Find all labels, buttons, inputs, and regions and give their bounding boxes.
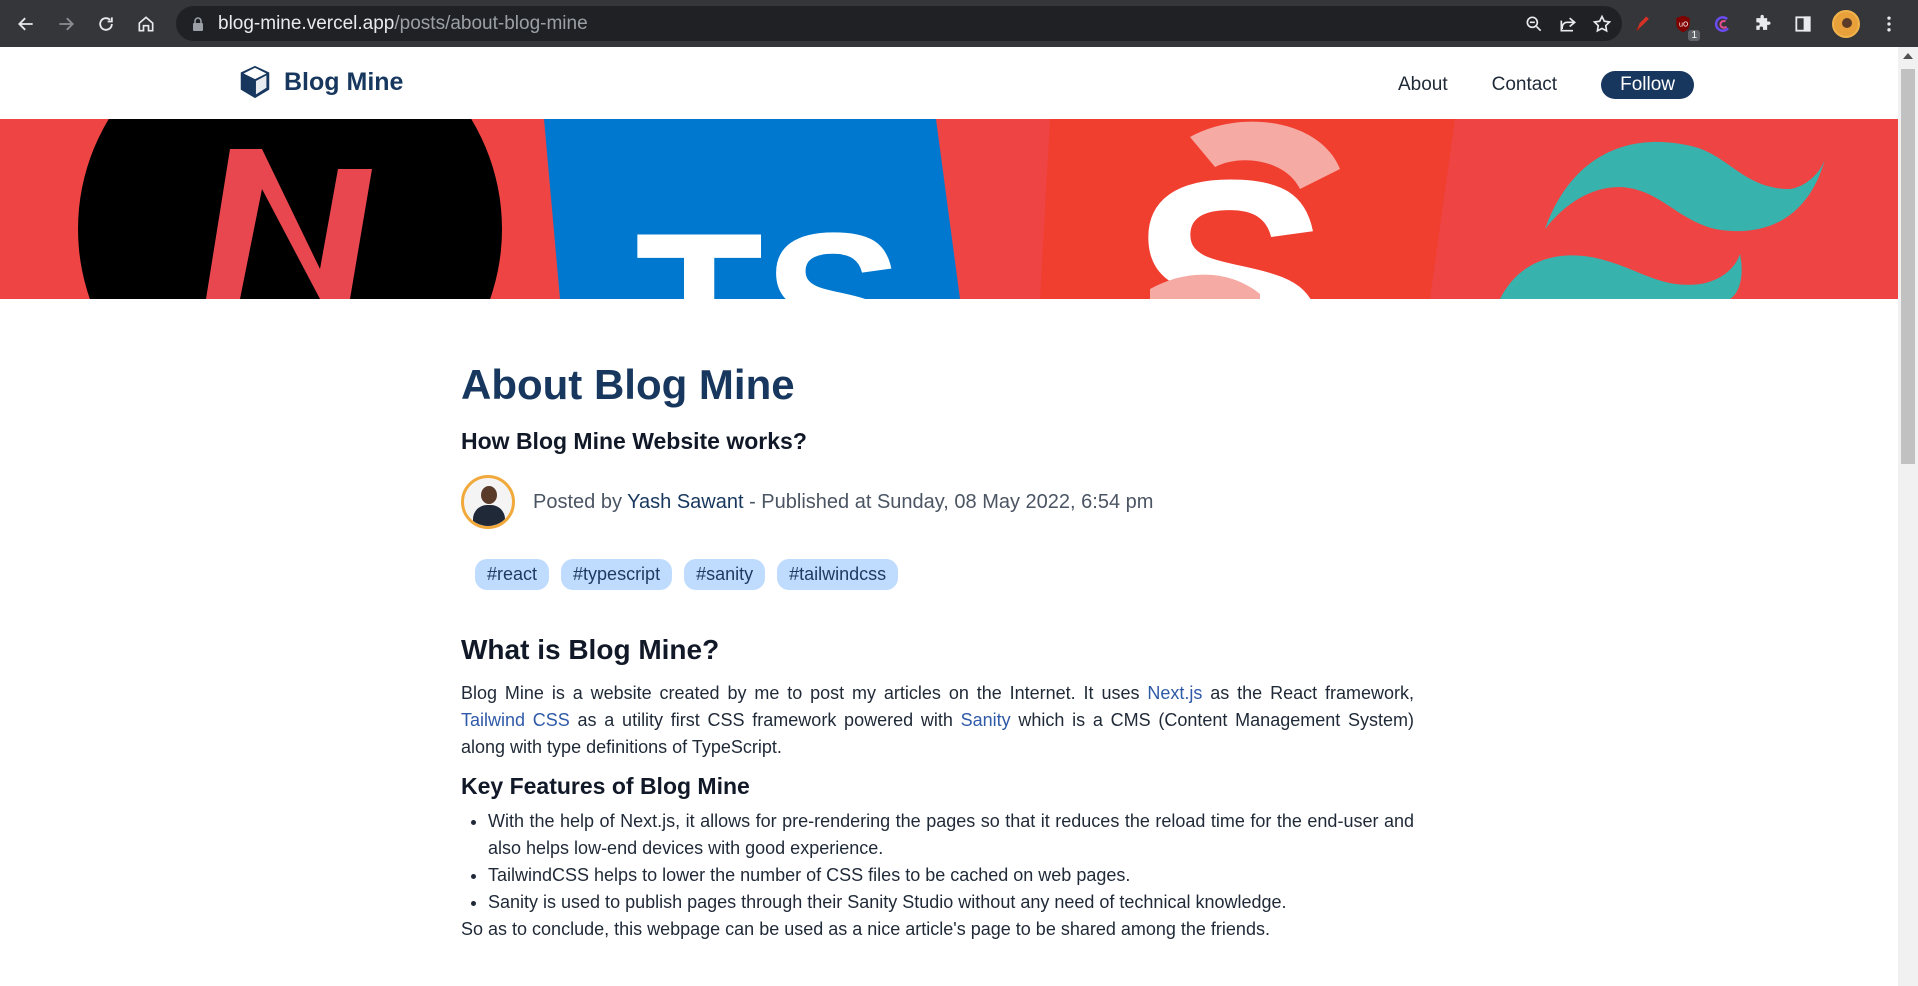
sanity-logo: S [1040, 119, 1455, 299]
cube-logo-icon [240, 65, 270, 99]
url-path: /posts/about-blog-mine [394, 12, 588, 34]
post-cover-image: TS S [0, 119, 1898, 299]
ublock-extension-icon[interactable]: uO 1 [1672, 13, 1700, 41]
feature-item: Sanity is used to publish pages through … [488, 889, 1414, 916]
browser-toolbar: blog-mine.vercel.app/posts/about-blog-mi… [0, 0, 1918, 47]
brand-logo-link[interactable]: Blog Mine [236, 63, 403, 101]
tag-react[interactable]: #react [475, 559, 550, 591]
share-icon[interactable] [1558, 14, 1578, 34]
lock-icon[interactable] [190, 16, 206, 32]
site-header: Blog Mine About Contact Follow [0, 47, 1898, 119]
typescript-logo: TS [544, 119, 960, 299]
tag-typescript[interactable]: #typescript [561, 559, 673, 591]
color-extension-icon[interactable] [1712, 13, 1734, 35]
tailwind-css-link[interactable]: Tailwind CSS [461, 710, 570, 730]
nav-contact-link[interactable]: Contact [1492, 74, 1557, 96]
scroll-up-arrow-icon[interactable] [1903, 53, 1913, 59]
zoom-icon[interactable] [1524, 14, 1544, 34]
main-nav: About Contact Follow [1398, 71, 1694, 99]
extension-badge-count: 1 [1688, 29, 1700, 41]
home-icon[interactable] [126, 4, 166, 44]
intro-text-2: as the React framework, [1202, 683, 1414, 704]
follow-button[interactable]: Follow [1601, 71, 1694, 99]
post-meta-text: Posted by Yash Sawant - Published at Sun… [533, 491, 1153, 514]
bookmark-star-icon[interactable] [1592, 14, 1612, 34]
back-arrow-icon[interactable] [6, 4, 46, 44]
post-subtitle: How Blog Mine Website works? [461, 428, 807, 455]
scrollbar-thumb[interactable] [1901, 69, 1915, 464]
url-host: blog-mine.vercel.app [218, 12, 395, 34]
nextjs-logo [78, 119, 502, 299]
sanity-link[interactable]: Sanity [961, 710, 1011, 730]
feature-item: With the help of Next.js, it allows for … [488, 808, 1414, 862]
brand-name: Blog Mine [284, 67, 404, 96]
section-heading-what-is: What is Blog Mine? [461, 634, 720, 666]
post-meta: Posted by Yash Sawant - Published at Sun… [461, 475, 1414, 530]
profile-avatar[interactable] [1832, 9, 1860, 38]
author-avatar[interactable] [461, 475, 515, 530]
extensions-puzzle-icon[interactable] [1752, 13, 1774, 35]
intro-text-1: Blog Mine is a website created by me to … [461, 683, 1148, 704]
author-name-link[interactable]: Yash Sawant [627, 491, 743, 513]
intro-paragraph: Blog Mine is a website created by me to … [461, 680, 1414, 761]
section-heading-key-features: Key Features of Blog Mine [461, 773, 750, 800]
tag-list: #react #typescript #sanity #tailwindcss [475, 559, 1414, 591]
url-text[interactable]: blog-mine.vercel.app/posts/about-blog-mi… [218, 13, 588, 35]
posted-by-label: Posted by [533, 490, 622, 513]
forward-arrow-icon[interactable] [46, 4, 86, 44]
menu-kebab-icon[interactable] [1878, 13, 1900, 35]
tag-tailwindcss[interactable]: #tailwindcss [777, 559, 899, 591]
conclusion-paragraph: So as to conclude, this webpage can be u… [461, 919, 1270, 940]
post-title: About Blog Mine [461, 361, 795, 408]
side-panel-icon[interactable] [1792, 13, 1814, 35]
pen-extension-icon[interactable] [1632, 13, 1654, 35]
reload-icon[interactable] [86, 4, 126, 44]
features-list: With the help of Next.js, it allows for … [461, 808, 1414, 916]
nav-about-link[interactable]: About [1398, 74, 1448, 96]
typescript-letters: TS [635, 189, 903, 299]
nextjs-link[interactable]: Next.js [1147, 683, 1202, 703]
tag-sanity[interactable]: #sanity [684, 559, 766, 591]
published-date: - Published at Sunday, 08 May 2022, 6:54… [749, 490, 1154, 513]
article: About Blog Mine How Blog Mine Website wo… [461, 360, 1414, 943]
intro-text-3: as a utility first CSS framework powered… [569, 710, 961, 731]
page-scrollbar[interactable] [1898, 47, 1918, 986]
svg-text:uO: uO [1679, 20, 1688, 28]
feature-item: TailwindCSS helps to lower the number of… [488, 862, 1414, 889]
address-bar[interactable]: blog-mine.vercel.app/posts/about-blog-mi… [176, 6, 1622, 41]
